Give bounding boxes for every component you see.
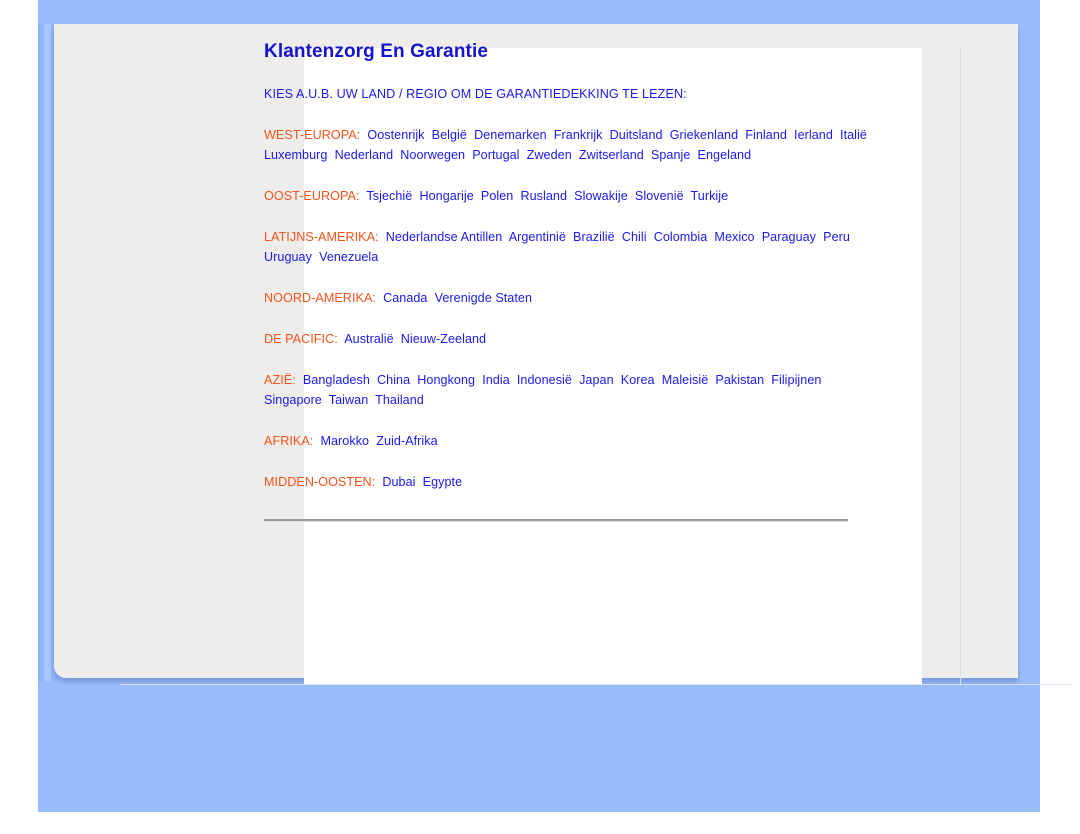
- country-link[interactable]: Portugal: [472, 148, 519, 162]
- country-link[interactable]: Frankrijk: [554, 128, 603, 142]
- card-bottom-rule: [120, 684, 1072, 685]
- country-link[interactable]: Engeland: [698, 148, 752, 162]
- region-list: WEST-EUROPA: Oostenrijk België Denemarke…: [264, 125, 884, 492]
- country-link[interactable]: Luxemburg: [264, 148, 327, 162]
- country-link[interactable]: Pakistan: [715, 373, 764, 387]
- warranty-content: Klantenzorg En Garantie KIES A.U.B. UW L…: [264, 40, 884, 522]
- country-link[interactable]: Colombia: [654, 230, 708, 244]
- instruction-text: KIES A.U.B. UW LAND / REGIO OM DE GARANT…: [264, 87, 687, 101]
- country-link[interactable]: Slovenië: [635, 189, 684, 203]
- country-link[interactable]: Korea: [621, 373, 655, 387]
- country-link[interactable]: Taiwan: [329, 393, 369, 407]
- country-link[interactable]: Griekenland: [670, 128, 738, 142]
- country-link[interactable]: Hongarije: [419, 189, 473, 203]
- country-link[interactable]: Brazilië: [573, 230, 615, 244]
- country-link[interactable]: Canada: [383, 291, 427, 305]
- country-link[interactable]: Polen: [481, 189, 513, 203]
- country-link[interactable]: Zuid-Afrika: [376, 434, 437, 448]
- country-link[interactable]: Australië: [344, 332, 393, 346]
- country-link[interactable]: Verenigde Staten: [435, 291, 532, 305]
- country-link[interactable]: Dubai: [382, 475, 415, 489]
- region-label: AFRIKA:: [264, 434, 314, 448]
- card-vertical-rule: [960, 48, 961, 684]
- country-link[interactable]: Singapore: [264, 393, 322, 407]
- country-link[interactable]: Tsjechië: [366, 189, 412, 203]
- country-link[interactable]: Noorwegen: [400, 148, 465, 162]
- country-link[interactable]: Finland: [745, 128, 787, 142]
- country-link[interactable]: Mexico: [714, 230, 754, 244]
- page-title: Klantenzorg En Garantie: [264, 41, 489, 62]
- country-link[interactable]: Venezuela: [319, 250, 378, 264]
- country-link[interactable]: Egypte: [423, 475, 463, 489]
- region-block: WEST-EUROPA: Oostenrijk België Denemarke…: [264, 125, 884, 165]
- country-link[interactable]: Zweden: [527, 148, 572, 162]
- country-link[interactable]: Paraguay: [762, 230, 816, 244]
- country-link[interactable]: Duitsland: [610, 128, 663, 142]
- region-label: NOORD-AMERIKA:: [264, 291, 376, 305]
- region-block: NOORD-AMERIKA: Canada Verenigde Staten: [264, 288, 884, 308]
- country-link[interactable]: Oostenrijk: [367, 128, 424, 142]
- region-block: AFRIKA: Marokko Zuid-Afrika: [264, 431, 884, 451]
- region-block: DE PACIFIC: Australië Nieuw-Zeeland: [264, 329, 884, 349]
- country-link[interactable]: Peru: [823, 230, 850, 244]
- country-link[interactable]: Filipijnen: [771, 373, 821, 387]
- country-link[interactable]: Marokko: [320, 434, 369, 448]
- country-link[interactable]: Denemarken: [474, 128, 547, 142]
- region-block: MIDDEN-OOSTEN: Dubai Egypte: [264, 472, 884, 492]
- region-label: WEST-EUROPA:: [264, 128, 361, 142]
- region-block: OOST-EUROPA: Tsjechië Hongarije Polen Ru…: [264, 186, 884, 206]
- country-link[interactable]: Hongkong: [417, 373, 475, 387]
- country-link[interactable]: Uruguay: [264, 250, 312, 264]
- region-block: LATIJNS-AMERIKA: Nederlandse Antillen Ar…: [264, 227, 884, 267]
- section-divider: [264, 519, 848, 522]
- region-label: MIDDEN-OOSTEN:: [264, 475, 376, 489]
- country-link[interactable]: Italië: [840, 128, 867, 142]
- country-link[interactable]: Spanje: [651, 148, 691, 162]
- country-link[interactable]: Zwitserland: [579, 148, 644, 162]
- country-link[interactable]: Nieuw-Zeeland: [401, 332, 486, 346]
- country-link[interactable]: België: [432, 128, 467, 142]
- country-link[interactable]: Slowakije: [574, 189, 628, 203]
- country-link[interactable]: Maleisië: [662, 373, 709, 387]
- region-label: DE PACIFIC:: [264, 332, 338, 346]
- country-link[interactable]: Chili: [622, 230, 647, 244]
- country-link[interactable]: Bangladesh: [303, 373, 370, 387]
- country-link[interactable]: Thailand: [375, 393, 424, 407]
- country-link[interactable]: Indonesië: [517, 373, 572, 387]
- country-link[interactable]: China: [377, 373, 410, 387]
- country-link[interactable]: Rusland: [520, 189, 567, 203]
- region-label: LATIJNS-AMERIKA:: [264, 230, 379, 244]
- country-link[interactable]: Ierland: [794, 128, 833, 142]
- country-link[interactable]: Argentinië: [509, 230, 566, 244]
- region-label: AZIË:: [264, 373, 296, 387]
- screen: Klantenzorg En Garantie KIES A.U.B. UW L…: [0, 0, 1080, 834]
- country-link[interactable]: Turkije: [691, 189, 729, 203]
- country-link[interactable]: Nederlandse Antillen: [386, 230, 503, 244]
- region-block: AZIË: Bangladesh China Hongkong India In…: [264, 370, 884, 410]
- country-link[interactable]: Japan: [579, 373, 614, 387]
- country-link[interactable]: Nederland: [335, 148, 394, 162]
- region-label: OOST-EUROPA:: [264, 189, 360, 203]
- country-link[interactable]: India: [482, 373, 510, 387]
